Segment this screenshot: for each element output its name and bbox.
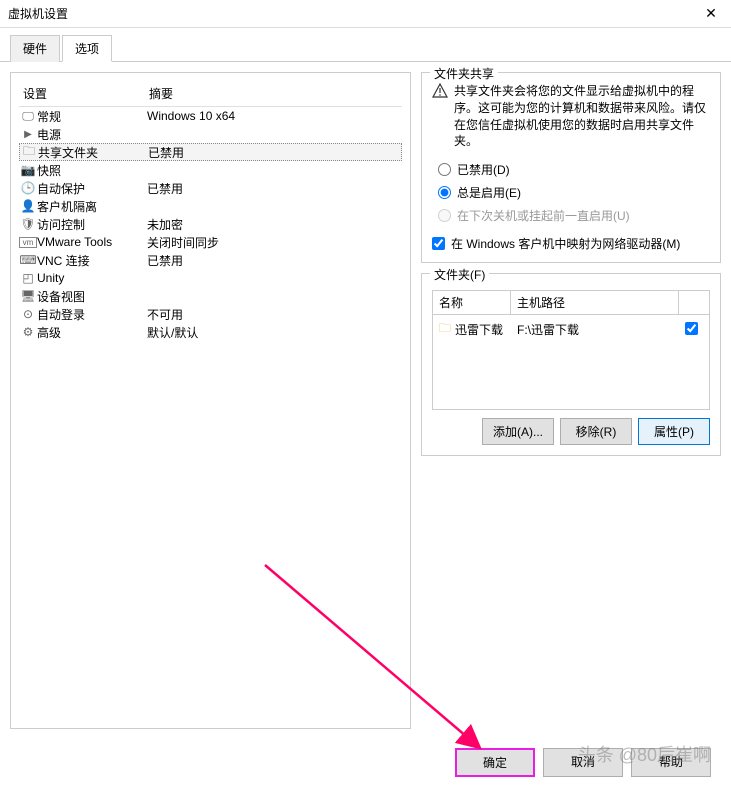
list-item-summary: 关闭时间同步: [147, 234, 402, 251]
properties-button[interactable]: 属性(P): [638, 418, 710, 445]
unity-icon: ◰: [19, 271, 37, 285]
radio-disabled-input[interactable]: [438, 163, 451, 176]
display-icon: 🖥: [19, 289, 37, 303]
radio-always-input[interactable]: [438, 186, 451, 199]
list-item-label: VNC 连接: [37, 252, 147, 269]
list-item[interactable]: ⌨VNC 连接已禁用: [19, 251, 402, 269]
list-item[interactable]: ⊙自动登录不可用: [19, 305, 402, 323]
list-item[interactable]: 🖵常规Windows 10 x64: [19, 107, 402, 125]
row-path: F:\迅雷下载: [511, 319, 679, 340]
list-item-summary: 已禁用: [147, 252, 402, 269]
folders-header-check: [679, 291, 709, 314]
list-item-label: 客户机隔离: [37, 198, 147, 215]
window-title: 虚拟机设置: [8, 5, 68, 22]
checkbox-map-drive[interactable]: 在 Windows 客户机中映射为网络驱动器(M): [432, 235, 710, 252]
vm-icon: vm: [19, 237, 37, 248]
list-item-label: VMware Tools: [37, 235, 147, 249]
list-item-label: 自动登录: [37, 306, 147, 323]
list-item[interactable]: ▶电源: [19, 125, 402, 143]
folders-group: 文件夹(F) 名称 主机路径 🗀 迅雷下载 F:\迅雷下载 添加(A).: [421, 273, 721, 456]
list-item-label: 常规: [37, 108, 147, 125]
ok-button[interactable]: 确定: [455, 748, 535, 777]
cancel-button[interactable]: 取消: [543, 748, 623, 777]
radio-until-next-label: 在下次关机或挂起前一直启用(U): [457, 207, 630, 224]
titlebar: 虚拟机设置 ✕: [0, 0, 731, 28]
radio-disabled[interactable]: 已禁用(D): [438, 158, 710, 181]
radio-until-next-input: [438, 209, 451, 222]
folder-icon: 🗀: [20, 142, 38, 163]
radio-always-label: 总是启用(E): [457, 184, 521, 201]
shield-icon: 🛡: [19, 217, 37, 231]
list-item-summary: 不可用: [147, 306, 402, 323]
warning-text: 共享文件夹会将您的文件显示给虚拟机中的程序。这可能为您的计算机和数据带来风险。请…: [454, 83, 710, 150]
remove-button[interactable]: 移除(R): [560, 418, 632, 445]
add-button[interactable]: 添加(A)...: [482, 418, 554, 445]
list-item-label: Unity: [37, 271, 147, 285]
list-item-summary: Windows 10 x64: [147, 109, 402, 123]
radio-until-next: 在下次关机或挂起前一直启用(U): [438, 204, 710, 227]
list-item-summary: 默认/默认: [147, 324, 402, 341]
warning-icon: [432, 83, 448, 99]
camera-icon: 📷: [19, 163, 37, 177]
tab-hardware[interactable]: 硬件: [10, 35, 60, 62]
list-item-label: 快照: [37, 162, 147, 179]
list-item-label: 设备视图: [37, 288, 147, 305]
table-row[interactable]: 🗀 迅雷下载 F:\迅雷下载: [433, 315, 709, 344]
tab-options[interactable]: 选项: [62, 35, 112, 62]
close-button[interactable]: ✕: [691, 0, 731, 28]
list-header-summary: 摘要: [149, 85, 402, 102]
list-item[interactable]: 📷快照: [19, 161, 402, 179]
folder-icon: 🗀: [439, 319, 451, 340]
checkbox-map-drive-label: 在 Windows 客户机中映射为网络驱动器(M): [451, 235, 680, 252]
folders-header-name[interactable]: 名称: [433, 291, 511, 314]
list-item-label: 共享文件夹: [38, 144, 148, 161]
login-icon: ⊙: [19, 307, 37, 321]
list-item[interactable]: 👤客户机隔离: [19, 197, 402, 215]
folders-legend: 文件夹(F): [430, 266, 489, 283]
vnc-icon: ⌨: [19, 253, 37, 267]
clock-icon: 🕒: [19, 181, 37, 195]
radio-always-enabled[interactable]: 总是启用(E): [438, 181, 710, 204]
monitor-icon: 🖵: [19, 109, 37, 124]
tab-strip: 硬件 选项: [0, 28, 731, 62]
list-item[interactable]: 🗀共享文件夹已禁用: [19, 143, 402, 161]
list-item[interactable]: ◰Unity: [19, 269, 402, 287]
row-name: 迅雷下载: [455, 321, 503, 338]
list-item[interactable]: 🖥设备视图: [19, 287, 402, 305]
checkbox-map-drive-input[interactable]: [432, 237, 445, 250]
list-header-device: 设置: [19, 85, 149, 102]
list-item-summary: 已禁用: [147, 180, 402, 197]
list-item[interactable]: 🕒自动保护已禁用: [19, 179, 402, 197]
row-checkbox[interactable]: [685, 322, 698, 335]
help-button[interactable]: 帮助: [631, 748, 711, 777]
list-item-label: 高级: [37, 324, 147, 341]
list-item-label: 访问控制: [37, 216, 147, 233]
radio-disabled-label: 已禁用(D): [457, 161, 510, 178]
play-icon: ▶: [19, 129, 37, 140]
advanced-icon: ⚙: [19, 325, 37, 339]
folders-table: 名称 主机路径 🗀 迅雷下载 F:\迅雷下载: [432, 290, 710, 410]
list-item[interactable]: ⚙高级默认/默认: [19, 323, 402, 341]
list-item[interactable]: 🛡访问控制未加密: [19, 215, 402, 233]
list-item-summary: 已禁用: [148, 144, 401, 161]
list-item[interactable]: vmVMware Tools关闭时间同步: [19, 233, 402, 251]
list-item-label: 自动保护: [37, 180, 147, 197]
list-item-summary: 未加密: [147, 216, 402, 233]
guest-icon: 👤: [19, 199, 37, 213]
folder-sharing-group: 文件夹共享 共享文件夹会将您的文件显示给虚拟机中的程序。这可能为您的计算机和数据…: [421, 72, 721, 263]
folders-header-path[interactable]: 主机路径: [511, 291, 679, 314]
settings-list: 设置 摘要 🖵常规Windows 10 x64▶电源🗀共享文件夹已禁用📷快照🕒自…: [10, 72, 411, 729]
folder-sharing-legend: 文件夹共享: [430, 65, 498, 82]
list-item-label: 电源: [37, 126, 147, 143]
